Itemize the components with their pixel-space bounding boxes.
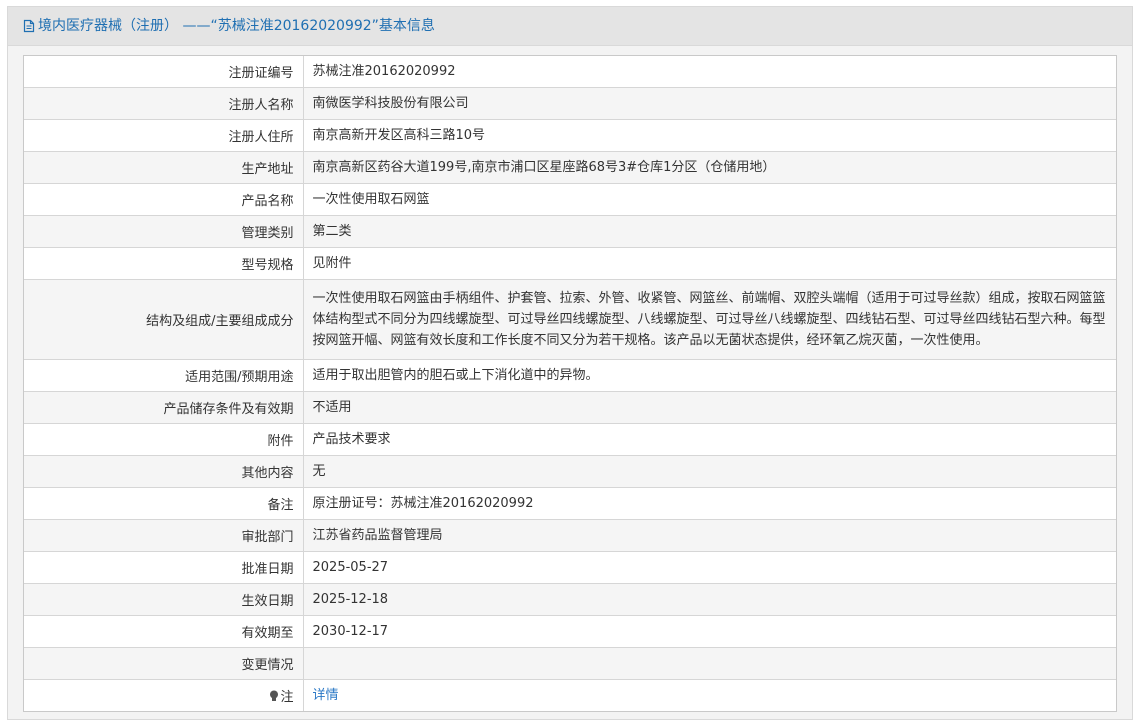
note-label: 注 [280, 690, 294, 705]
field-value: 南京高新区药谷大道199号,南京市浦口区星座路68号3#仓库1分区（仓储用地） [302, 151, 1116, 184]
table-row-note: 注 详情 [24, 679, 1116, 711]
field-label: 备注 [24, 487, 304, 520]
table-row: 其他内容无 [24, 455, 1116, 488]
table-row: 生产地址 南京高新区药谷大道199号,南京市浦口区星座路68号3#仓库1分区（仓储… [24, 151, 1116, 184]
table-row: 附件 产品技术要求 [24, 423, 1116, 456]
field-value: 2025-12-18 [302, 583, 1116, 616]
panel-header: 境内医疗器械（注册） ——“苏械注准20162020992”基本信息 [8, 7, 1132, 46]
field-label: 产品名称 [24, 183, 304, 216]
field-value: 一次性使用取石网篮 [302, 183, 1116, 216]
field-label: 注册人住所 [24, 119, 304, 152]
field-value: 2030-12-17 [302, 615, 1116, 648]
note-label-cell: 注 [24, 679, 304, 711]
table-row: 批准日期 2025-05-27 [24, 551, 1116, 584]
table-row: 产品储存条件及有效期 不适用 [24, 391, 1116, 424]
lightbulb-icon [269, 690, 279, 702]
details-link[interactable]: 详情 [313, 688, 339, 703]
field-label: 附件 [24, 423, 304, 456]
field-label: 管理类别 [24, 215, 304, 248]
field-label: 型号规格 [24, 247, 304, 280]
field-label: 结构及组成/主要组成成分 [24, 279, 304, 360]
table-row: 审批部门 江苏省药品监督管理局 [24, 519, 1116, 552]
field-value: 原注册证号：苏械注准20162020992 [302, 487, 1116, 520]
field-label: 注册人名称 [24, 87, 304, 120]
note-value-cell: 详情 [302, 679, 1116, 711]
document-icon [22, 19, 36, 33]
field-label: 生效日期 [24, 583, 304, 616]
field-value: 2025-05-27 [302, 551, 1116, 584]
field-value: 不适用 [302, 391, 1116, 424]
table-row: 型号规格 见附件 [24, 247, 1116, 280]
table-row: 适用范围/预期用途 适用于取出胆管内的胆石或上下消化道中的异物。 [24, 359, 1116, 392]
field-label: 注册证编号 [24, 56, 304, 88]
table-row: 结构及组成/主要组成成分 一次性使用取石网篮由手柄组件、护套管、拉索、外管、收紧管… [24, 279, 1116, 360]
field-value: 南京高新开发区高科三路10号 [302, 119, 1116, 152]
table-row: 生效日期 2025-12-18 [24, 583, 1116, 616]
field-label: 生产地址 [24, 151, 304, 184]
field-value: 江苏省药品监督管理局 [302, 519, 1116, 552]
field-value: 见附件 [302, 247, 1116, 280]
detail-table: 注册证编号 苏械注准20162020992 注册人名称 南微医学科技股份有限公司 注册人… [23, 55, 1117, 712]
table-row: 注册人住所 南京高新开发区高科三路10号 [24, 119, 1116, 152]
field-label: 有效期至 [24, 615, 304, 648]
info-panel: 境内医疗器械（注册） ——“苏械注准20162020992”基本信息 注册证编号… [7, 6, 1133, 720]
field-label: 产品储存条件及有效期 [24, 391, 304, 424]
field-label: 适用范围/预期用途 [24, 359, 304, 392]
table-row: 注册人名称 南微医学科技股份有限公司 [24, 87, 1116, 120]
table-row: 注册证编号 苏械注准20162020992 [24, 56, 1116, 88]
field-label: 批准日期 [24, 551, 304, 584]
field-value: 产品技术要求 [302, 423, 1116, 456]
field-value: 一次性使用取石网篮由手柄组件、护套管、拉索、外管、收紧管、网篮丝、前端帽、双腔头… [302, 279, 1116, 360]
field-value: 适用于取出胆管内的胆石或上下消化道中的异物。 [302, 359, 1116, 392]
field-label: 其他内容 [24, 455, 304, 488]
table-row: 管理类别 第二类 [24, 215, 1116, 248]
field-value: 苏械注准20162020992 [302, 56, 1116, 88]
field-value [302, 647, 1116, 680]
table-row: 变更情况 [24, 647, 1116, 680]
table-row: 产品名称 一次性使用取石网篮 [24, 183, 1116, 216]
table-row: 有效期至 2030-12-17 [24, 615, 1116, 648]
field-value: 南微医学科技股份有限公司 [302, 87, 1116, 120]
field-value: 无 [302, 455, 1116, 488]
table-row: 备注 原注册证号：苏械注准20162020992 [24, 487, 1116, 520]
page-title: 境内医疗器械（注册） ——“苏械注准20162020992”基本信息 [38, 18, 435, 34]
field-label: 审批部门 [24, 519, 304, 552]
field-label: 变更情况 [24, 647, 304, 680]
field-value: 第二类 [302, 215, 1116, 248]
